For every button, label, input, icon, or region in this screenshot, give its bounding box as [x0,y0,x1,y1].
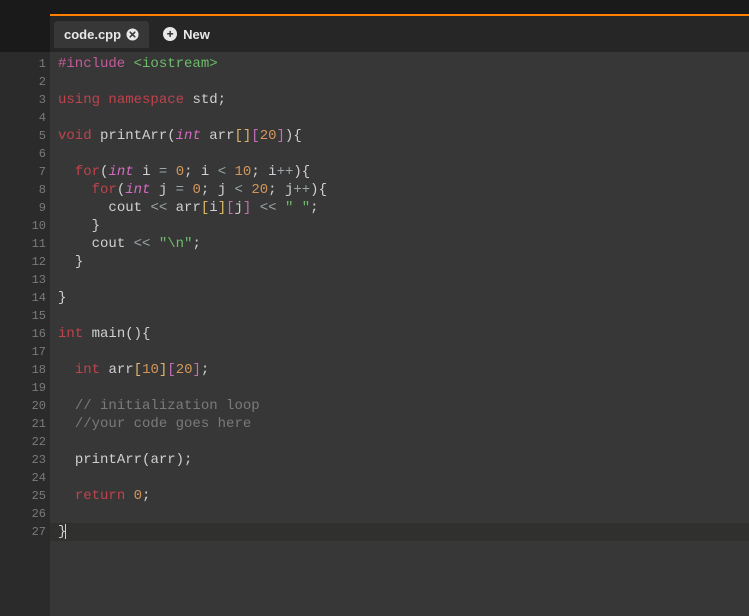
line-number: 8▾ [0,181,50,199]
line-number: 4 [0,109,50,127]
line-number: 11 [0,235,50,253]
close-icon[interactable] [125,27,139,41]
code-line: int arr[10][20]; [58,361,749,379]
line-number: 10 [0,217,50,235]
line-number: 9 [0,199,50,217]
line-number: 16▾ [0,325,50,343]
new-tab-label: New [183,27,210,42]
line-number: 18 [0,361,50,379]
editor: 12345▾67▾8▾910111213141516▾1718192021222… [0,52,749,616]
code-line [58,271,749,289]
code-line: for(int i = 0; i < 10; i++){ [58,163,749,181]
code-line: int main(){ [58,325,749,343]
code-line: // initialization loop [58,397,749,415]
code-line [58,73,749,91]
code-line: printArr(arr); [58,451,749,469]
line-number: 23 [0,451,50,469]
line-number: 27 [0,523,50,541]
line-number: 25 [0,487,50,505]
line-number: 14 [0,289,50,307]
line-number: 19 [0,379,50,397]
code-line: using namespace std; [58,91,749,109]
code-line: } [58,253,749,271]
line-number: 15 [0,307,50,325]
code-line: cout << "\n"; [58,235,749,253]
plus-icon: + [163,27,177,41]
code-line [58,343,749,361]
code-line: for(int j = 0; j < 20; j++){ [58,181,749,199]
code-line [58,505,749,523]
line-gutter: 12345▾67▾8▾910111213141516▾1718192021222… [0,52,50,616]
line-number: 6 [0,145,50,163]
code-line: cout << arr[i][j] << " "; [58,199,749,217]
line-number: 5▾ [0,127,50,145]
tab-code-cpp[interactable]: code.cpp [54,21,149,48]
code-line [58,379,749,397]
line-number: 1 [0,55,50,73]
code-line [58,307,749,325]
line-number: 3 [0,91,50,109]
code-line [58,109,749,127]
line-number: 12 [0,253,50,271]
code-line: void printArr(int arr[][20]){ [58,127,749,145]
line-number: 7▾ [0,163,50,181]
tab-label: code.cpp [64,27,121,42]
text-cursor [65,524,66,539]
new-tab-button[interactable]: + New [153,21,220,48]
line-number: 17 [0,343,50,361]
line-number: 2 [0,73,50,91]
code-area[interactable]: #include <iostream> using namespace std;… [50,52,749,616]
code-line: #include <iostream> [58,55,749,73]
line-number: 13 [0,271,50,289]
code-line [58,145,749,163]
line-number: 22 [0,433,50,451]
code-line: return 0; [58,487,749,505]
code-line [58,469,749,487]
code-line: } [58,289,749,307]
code-line: } [50,523,749,541]
line-number: 24 [0,469,50,487]
code-line [58,433,749,451]
line-number: 26 [0,505,50,523]
line-number: 20 [0,397,50,415]
tab-bar: code.cpp + New [50,16,749,52]
line-number: 21 [0,415,50,433]
code-line: //your code goes here [58,415,749,433]
code-line: } [58,217,749,235]
